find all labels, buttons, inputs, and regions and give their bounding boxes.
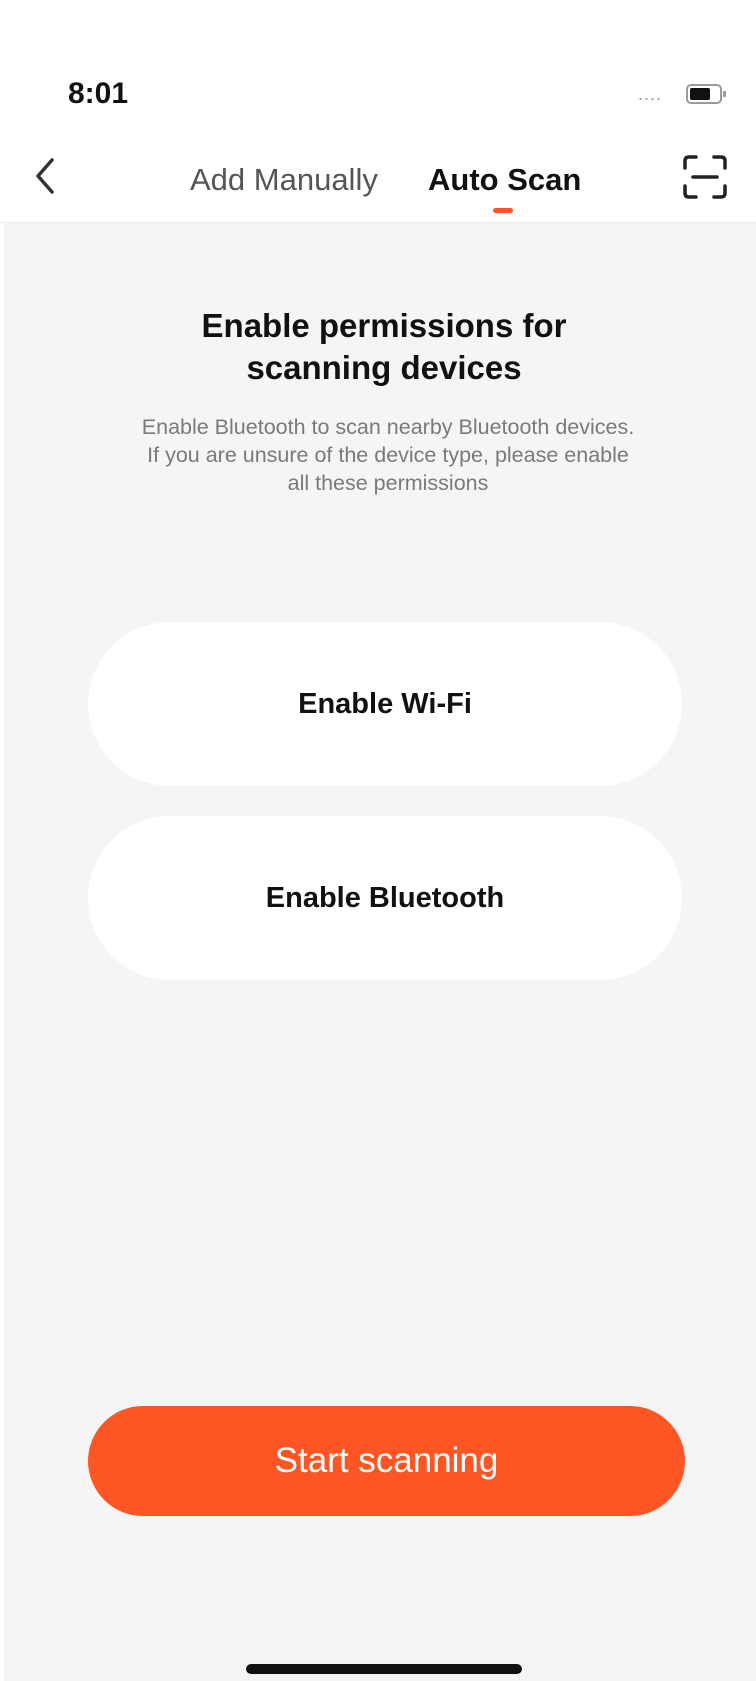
active-tab-indicator	[493, 208, 513, 213]
description-line: Enable Bluetooth to scan nearby Bluetoot…	[141, 415, 635, 439]
status-bar: 8:01 ....	[0, 0, 756, 130]
enable-wifi-button[interactable]: Enable Wi-Fi	[88, 622, 682, 786]
description-line: If you are unsure of the device type, pl…	[147, 443, 629, 467]
enable-bluetooth-label: Enable Bluetooth	[265, 881, 505, 914]
app-screen: 8:01 .... Add Manually Auto Scan Enable …	[0, 0, 756, 1681]
start-scanning-label: Start scanning	[274, 1441, 499, 1480]
home-indicator	[246, 1664, 522, 1674]
title-line: Enable permissions for	[201, 307, 567, 344]
battery-icon	[686, 84, 726, 104]
tab-add-manually[interactable]: Add Manually	[190, 160, 378, 200]
page-title: Enable permissions for scanning devices	[4, 305, 756, 389]
status-time: 8:01	[68, 77, 129, 110]
signal-icon: ....	[638, 84, 663, 104]
enable-bluetooth-button[interactable]: Enable Bluetooth	[88, 816, 682, 980]
scan-qr-icon[interactable]	[682, 154, 728, 200]
nav-bar: Add Manually Auto Scan	[0, 130, 756, 223]
description-line: all these permissions	[287, 471, 489, 495]
enable-wifi-label: Enable Wi-Fi	[298, 687, 472, 720]
title-line: scanning devices	[246, 349, 522, 386]
chevron-left-icon[interactable]	[26, 152, 66, 200]
tab-auto-scan[interactable]: Auto Scan	[428, 160, 581, 200]
permission-description: Enable Bluetooth to scan nearby Bluetoot…	[84, 413, 692, 497]
start-scanning-button[interactable]: Start scanning	[88, 1406, 685, 1516]
main-content: Enable permissions for scanning devices …	[4, 223, 756, 1681]
